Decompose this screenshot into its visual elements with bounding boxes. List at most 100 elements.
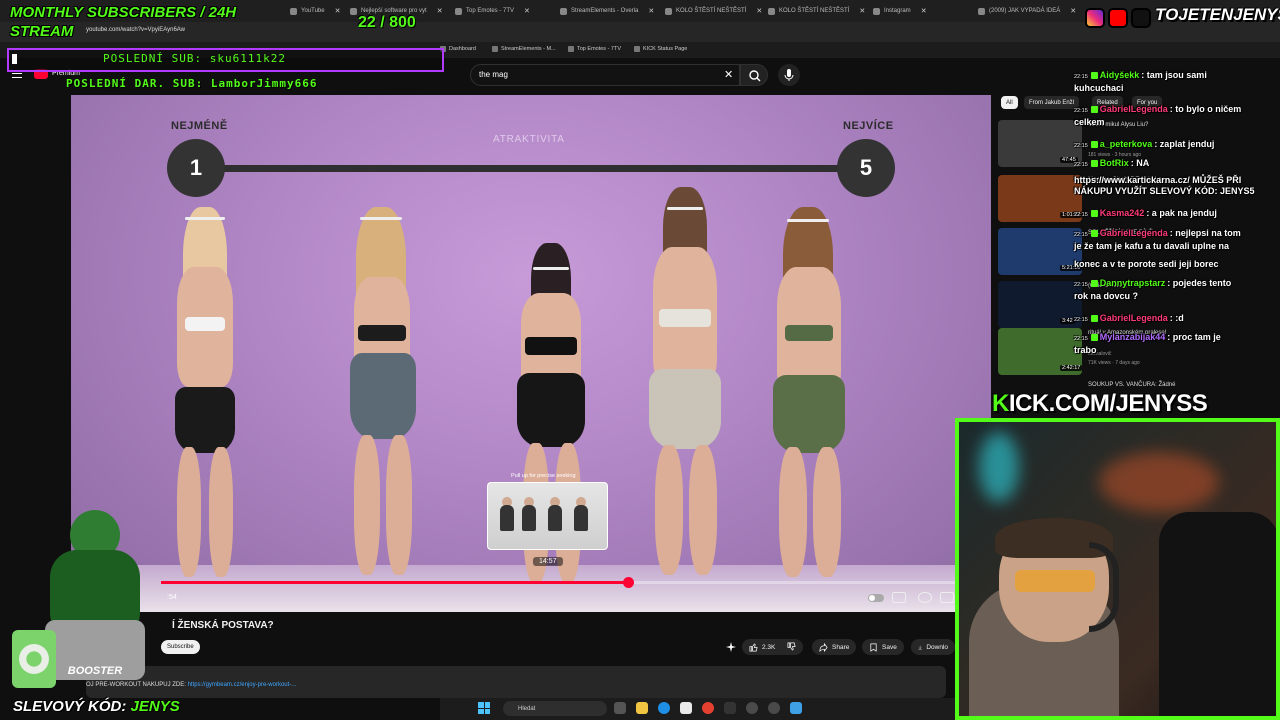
recommendation-title[interactable]: SOUKUP VS. VANČURA: Žádné [1088, 382, 1228, 388]
video-duration: 3:42 [1060, 318, 1075, 324]
favicon-icon [455, 7, 462, 15]
thumbs-down-icon[interactable] [787, 642, 796, 653]
scale-min-circle: 1 [167, 139, 225, 197]
taskbar-search[interactable]: Hledat [503, 701, 607, 716]
favicon-icon [560, 7, 567, 15]
tiktok-icon [1131, 8, 1151, 28]
chat-time: 22:15 [1074, 162, 1088, 168]
favicon-icon [768, 7, 775, 15]
browser-tab[interactable]: Instagram ✕ [873, 3, 971, 19]
search-button[interactable] [740, 64, 768, 86]
file-explorer-icon[interactable] [636, 702, 648, 714]
chat-message: 22:15 GabrielLegenda: :d [1074, 313, 1184, 326]
voice-search-button[interactable] [778, 64, 800, 86]
chat-username: Kasma242 [1099, 208, 1145, 218]
share-button[interactable]: Share [812, 639, 857, 655]
settings-icon[interactable] [918, 592, 932, 603]
chat-text-continued: trabo [1074, 345, 1097, 355]
chat-text: konec a v te porote sedi jeji borec [1074, 259, 1219, 269]
chat-username: GabrielLegenda [1099, 313, 1168, 323]
browser-tab[interactable]: KOLO ŠTĚSTÍ NEŠTĚSTÍ ✕ [768, 3, 866, 19]
like-button[interactable]: 2.3K [742, 639, 804, 655]
app-icon[interactable] [724, 702, 736, 714]
browser-tab[interactable]: (2009) JAK VYPADÁ IDEÁ ✕ [978, 3, 1076, 19]
chat-message: 22:15 Aidyšekk: tam jsou sami kuhcuchaci [1074, 70, 1207, 94]
last-gift-sub-text: POSLEDNÍ DAR. SUB: LamborJimmy666 [66, 77, 318, 90]
seek-preview-time: 14:57 [533, 557, 563, 566]
search-input[interactable] [470, 64, 740, 86]
notepad-icon[interactable] [790, 702, 802, 714]
chat-message: konec a v te porote sedi jeji borec [1074, 259, 1219, 270]
close-tab-icon[interactable]: ✕ [921, 7, 927, 15]
ai-ask-button[interactable] [725, 639, 737, 655]
badge-icon [1090, 210, 1098, 218]
chat-text: : proc tam je [1167, 332, 1221, 342]
chat-time: 22:15 [1074, 212, 1088, 218]
playlist-add-icon [870, 643, 877, 652]
subscriber-goal-title: MONTHLY SUBSCRIBERS / 24H STREAM [10, 4, 237, 40]
chat-text: : to bylo o ničem [1169, 104, 1242, 114]
browser-tab[interactable]: KOLO ŠTĚSTÍ NEŠTĚSTÍ ✕ [665, 3, 763, 19]
close-tab-icon[interactable]: ✕ [524, 7, 530, 15]
chrome-icon[interactable] [702, 702, 714, 714]
instagram-icon [1085, 8, 1105, 28]
obs-icon[interactable] [768, 702, 780, 714]
tab-label: StreamElements - Overla [571, 8, 639, 14]
close-tab-icon[interactable]: ✕ [437, 7, 443, 15]
social-handle: TOJETENJENYS [1155, 5, 1280, 24]
edge-icon[interactable] [658, 702, 670, 714]
chat-time: 22:15 [1074, 232, 1088, 238]
favicon-icon [978, 7, 985, 15]
favicon-icon [492, 46, 498, 52]
chat-time: 22:15 [1074, 336, 1088, 342]
search-query-text[interactable]: the mag [479, 70, 508, 79]
rating-scale-bar [221, 165, 861, 172]
subscribe-button[interactable]: Subscribe [161, 640, 200, 654]
chat-username: a_peterkova [1099, 139, 1153, 149]
close-tab-icon[interactable]: ✕ [859, 7, 865, 15]
windows-start-icon[interactable] [478, 702, 490, 714]
chip-all[interactable]: All [1001, 96, 1018, 109]
bookmark-item[interactable]: Top Emotes - 7TV [568, 46, 621, 52]
autoplay-toggle[interactable] [868, 594, 884, 602]
tab-label: KOLO ŠTĚSTÍ NEŠTĚSTÍ [779, 8, 850, 14]
bookmark-item[interactable]: Dashboard [440, 46, 476, 52]
miniplayer-icon[interactable] [940, 592, 954, 603]
task-view-icon[interactable] [614, 702, 626, 714]
browser-tab[interactable]: StreamElements - Overla ✕ [560, 3, 658, 19]
chat-text-continued: je že tam je kafu a tu davali uplne na [1074, 241, 1230, 251]
description-link[interactable]: https://gymbeam.cz/enjoy-pre-workout-... [188, 682, 297, 688]
close-tab-icon[interactable]: ✕ [335, 7, 341, 15]
favicon-icon [290, 7, 297, 15]
browser-tab[interactable]: Top Emotes - 7TV ✕ [455, 3, 553, 19]
close-tab-icon[interactable]: ✕ [756, 7, 762, 15]
video-player[interactable]: 1 5 NEJMÉNĚ NEJVÍCE ATRAKTIVITA Pull up … [71, 95, 991, 612]
tab-label: Instagram [884, 8, 911, 14]
last-sub-text: POSLEDNÍ SUB: sku6111k22 [103, 52, 286, 65]
badge-icon [1090, 315, 1098, 323]
chat-time: 22:15 [1074, 317, 1088, 323]
chrome-active-icon[interactable] [746, 702, 758, 714]
subtitles-icon[interactable] [892, 592, 906, 603]
chat-message: 22:15 GabrielLegenda: to bylo o ničem celk… [1074, 104, 1241, 128]
chat-text: : pojedes tento [1167, 278, 1232, 288]
like-count: 2.3K [762, 643, 776, 651]
favicon-icon [568, 46, 574, 52]
bookmark-item[interactable]: KICK Status Page [634, 46, 687, 52]
store-icon[interactable] [680, 702, 692, 714]
badge-icon [1090, 141, 1098, 149]
chat-message: 22:15 Kasma242: a pak na jenduj [1074, 208, 1217, 221]
scale-min-label: NEJMÉNĚ [171, 120, 228, 132]
save-button[interactable]: Save [862, 639, 904, 655]
close-tab-icon[interactable]: ✕ [648, 7, 654, 15]
video-title: Í ŽENSKÁ POSTAVA? [172, 620, 274, 631]
clear-search-icon[interactable]: ✕ [724, 68, 733, 81]
chat-username: Aidyšekk [1099, 70, 1140, 80]
chip-from-channel[interactable]: From Jakub Enžl [1024, 96, 1080, 109]
scale-center-label: ATRAKTIVITA [493, 134, 565, 145]
download-button[interactable]: Downlo [911, 639, 955, 655]
bookmark-item[interactable]: StreamElements - M... [492, 46, 556, 52]
supplement-jar [12, 630, 56, 688]
tab-label: YouTube [301, 8, 325, 14]
close-tab-icon[interactable]: ✕ [1070, 7, 1076, 15]
